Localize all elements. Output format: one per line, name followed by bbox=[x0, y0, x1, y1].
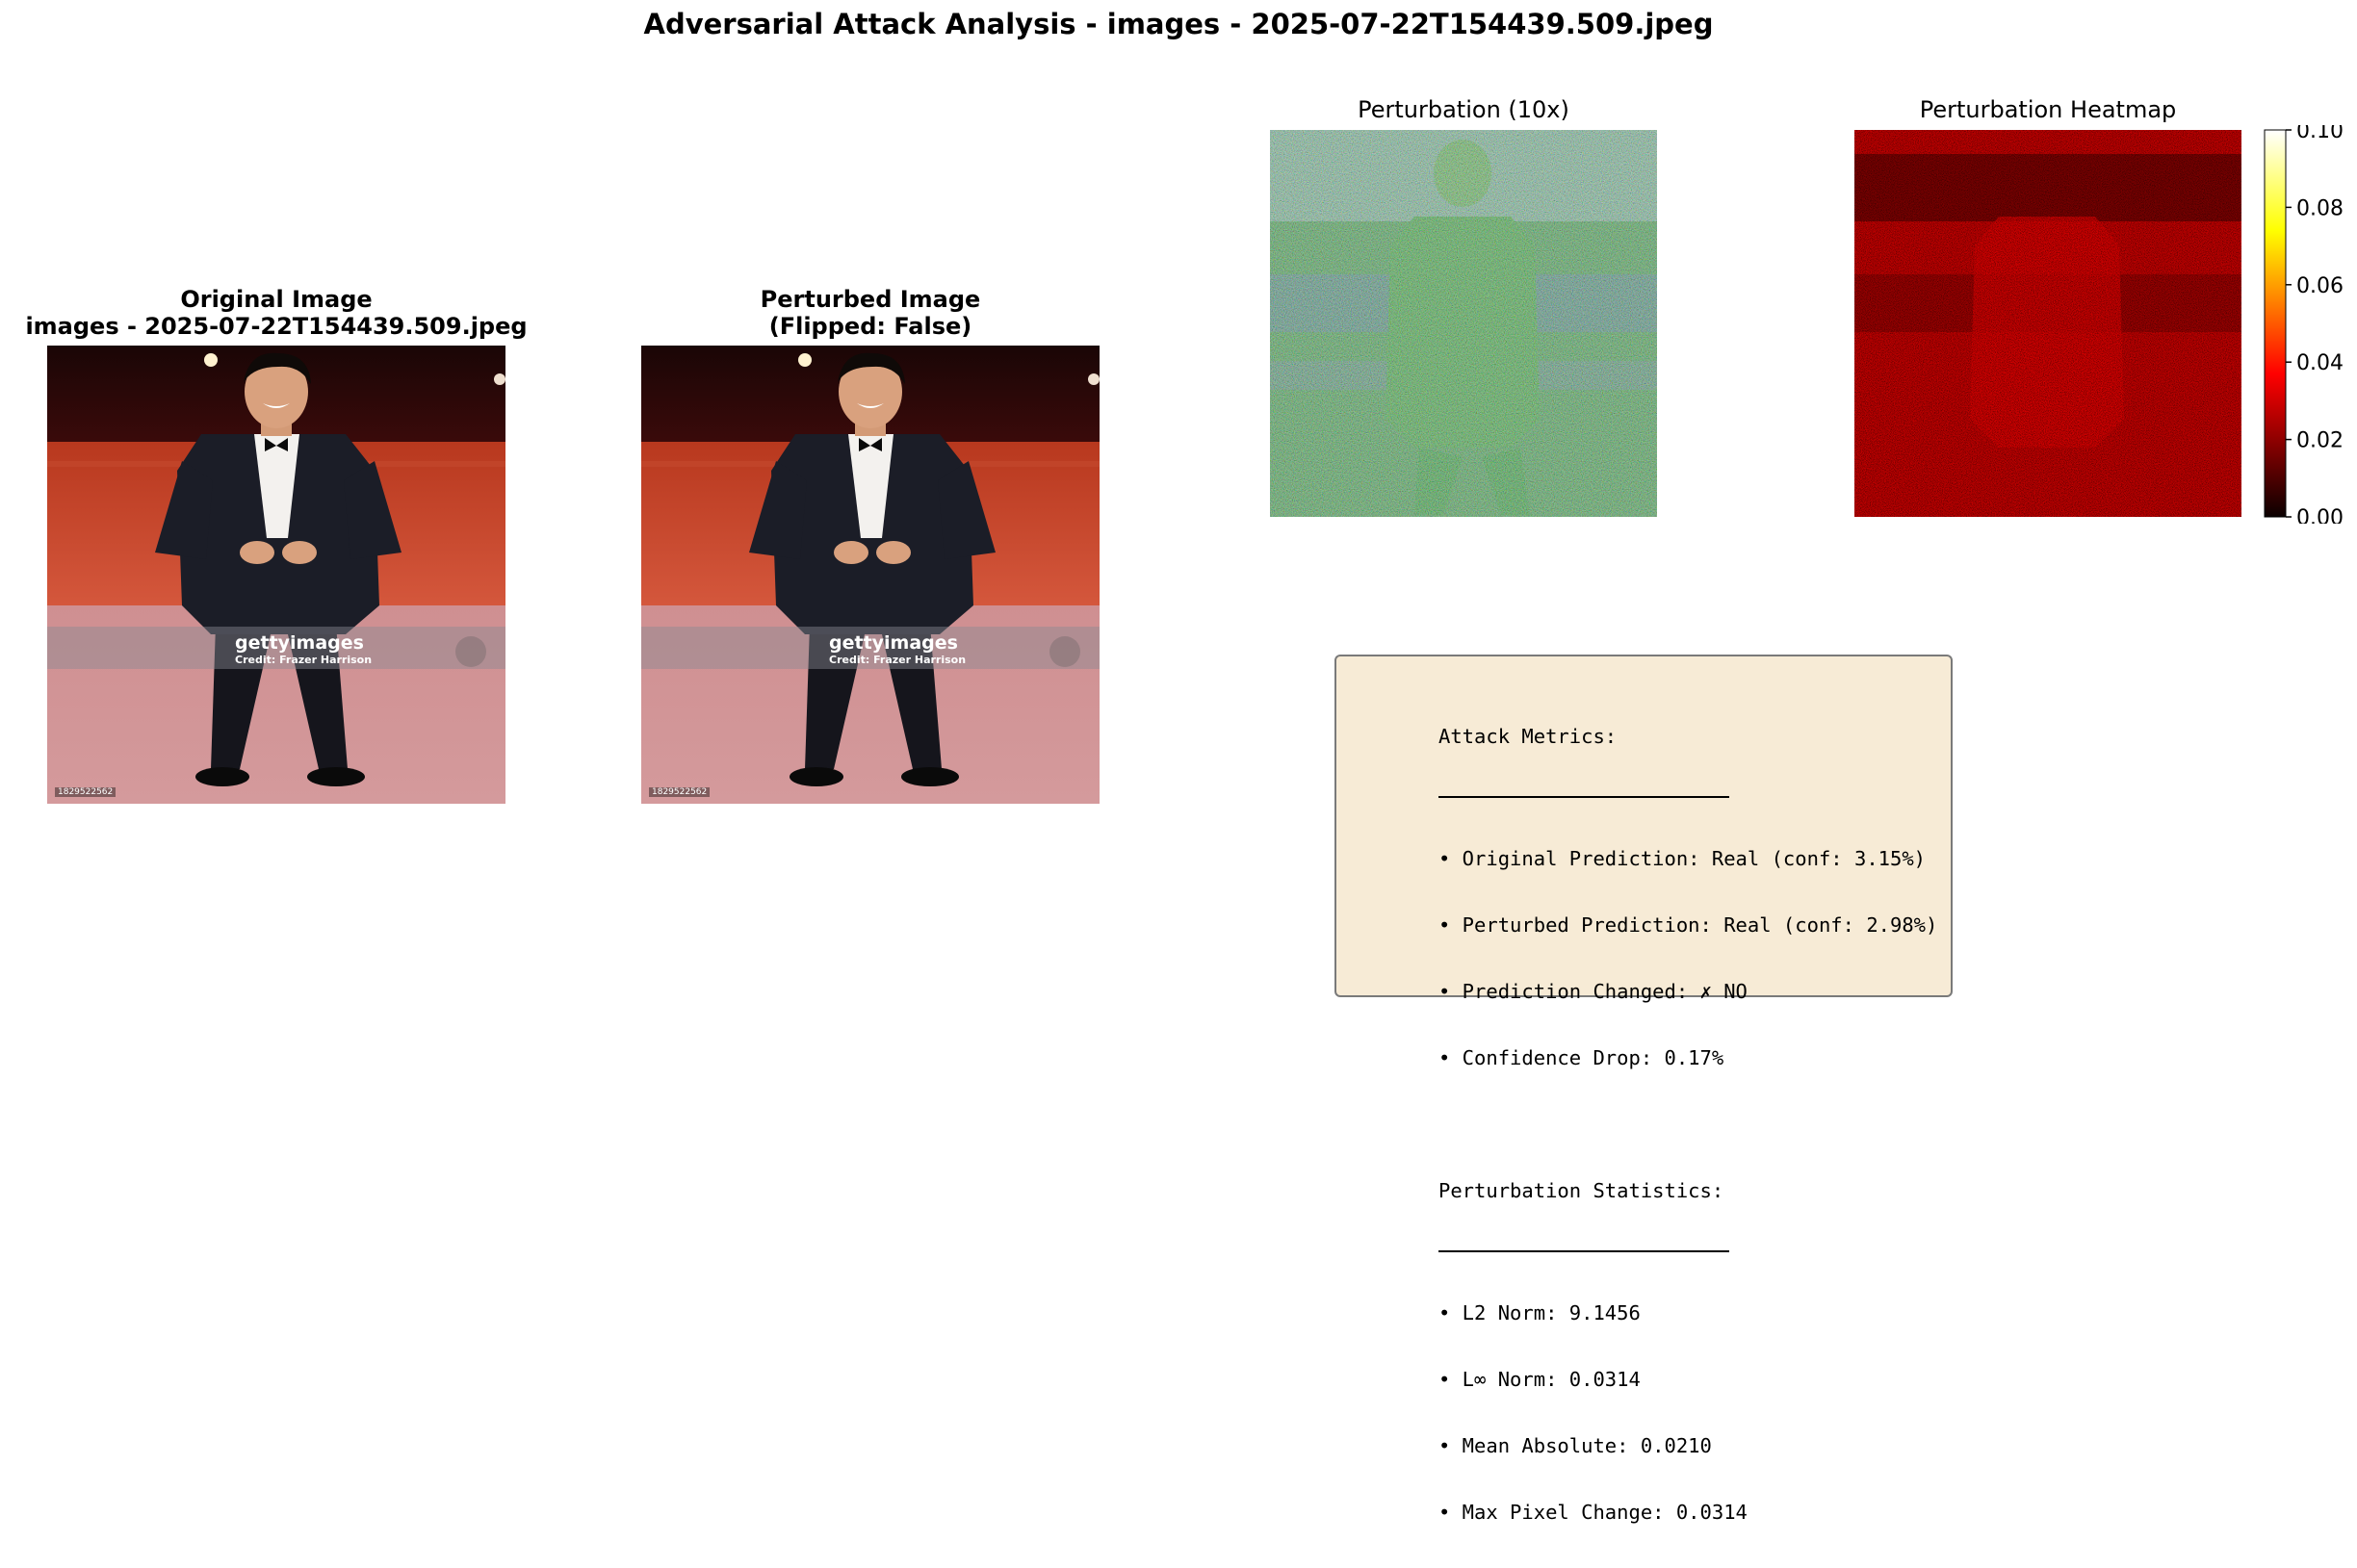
attack-line-original: • Original Prediction: Real (conf: 3.15%… bbox=[1438, 847, 1927, 870]
perturbed-title-line2: (Flipped: False) bbox=[768, 313, 972, 340]
perturbed-title-line1: Perturbed Image bbox=[760, 286, 981, 313]
original-image: gettyimages Credit: Frazer Harrison 1829… bbox=[47, 346, 505, 804]
heatmap-title: Perturbation Heatmap bbox=[1919, 96, 2177, 123]
watermark-credit-perturbed: Credit: Frazer Harrison bbox=[829, 654, 967, 666]
attack-line-changed: • Prediction Changed: ✗ NO bbox=[1438, 980, 1748, 1003]
attack-line-perturbed: • Perturbed Prediction: Real (conf: 2.98… bbox=[1438, 913, 1938, 937]
perturbation-title: Perturbation (10x) bbox=[1358, 96, 1569, 123]
original-image-title: Original Image images - 2025-07-22T15443… bbox=[0, 286, 553, 340]
metrics-panel: Attack Metrics: • Original Prediction: R… bbox=[1334, 655, 1953, 1524]
watermark-credit: Credit: Frazer Harrison bbox=[235, 654, 373, 666]
original-title-line2: images - 2025-07-22T154439.509.jpeg bbox=[25, 313, 528, 340]
stats-line-l2: • L2 Norm: 9.1456 bbox=[1438, 1301, 1641, 1324]
colorbar-tick-label: 0.06 bbox=[2296, 274, 2344, 298]
colorbar: 0.00 0.02 0.04 0.06 0.08 0.10 bbox=[2264, 125, 2344, 524]
stats-line-mean: • Mean Absolute: 0.0210 bbox=[1438, 1434, 1712, 1457]
stats-header: Perturbation Statistics: bbox=[1438, 1179, 1724, 1202]
watermark-brand: gettyimages bbox=[235, 632, 364, 654]
colorbar-tick-label: 0.00 bbox=[2296, 506, 2344, 524]
figure-title: Adversarial Attack Analysis - images - 2… bbox=[643, 8, 1714, 40]
image-id-perturbed: 1829522562 bbox=[649, 787, 711, 797]
attack-metrics-header: Attack Metrics: bbox=[1438, 725, 1618, 748]
colorbar-tick-label: 0.08 bbox=[2296, 196, 2344, 220]
perturbed-image: gettyimages Credit: Frazer Harrison 1829… bbox=[641, 346, 1100, 804]
metrics-text: Attack Metrics: • Original Prediction: R… bbox=[1438, 681, 1937, 1568]
image-id: 1829522562 bbox=[55, 787, 117, 797]
watermark-brand-perturbed: gettyimages bbox=[829, 632, 958, 654]
colorbar-tick-label: 0.04 bbox=[2296, 351, 2344, 375]
colorbar-gradient bbox=[2264, 129, 2287, 518]
colorbar-tick-label: 0.10 bbox=[2296, 125, 2344, 143]
attack-metrics-divider bbox=[1438, 796, 1729, 798]
perturbation-image bbox=[1270, 130, 1657, 517]
original-title-line1: Original Image bbox=[180, 286, 373, 313]
colorbar-tick-label: 0.02 bbox=[2296, 429, 2344, 453]
perturbed-image-title: Perturbed Image (Flipped: False) bbox=[594, 286, 1147, 340]
stats-divider bbox=[1438, 1250, 1729, 1252]
stats-line-max: • Max Pixel Change: 0.0314 bbox=[1438, 1501, 1748, 1524]
attack-line-drop: • Confidence Drop: 0.17% bbox=[1438, 1046, 1724, 1069]
stats-line-linf: • L∞ Norm: 0.0314 bbox=[1438, 1368, 1641, 1391]
heatmap-image bbox=[1854, 130, 2241, 517]
